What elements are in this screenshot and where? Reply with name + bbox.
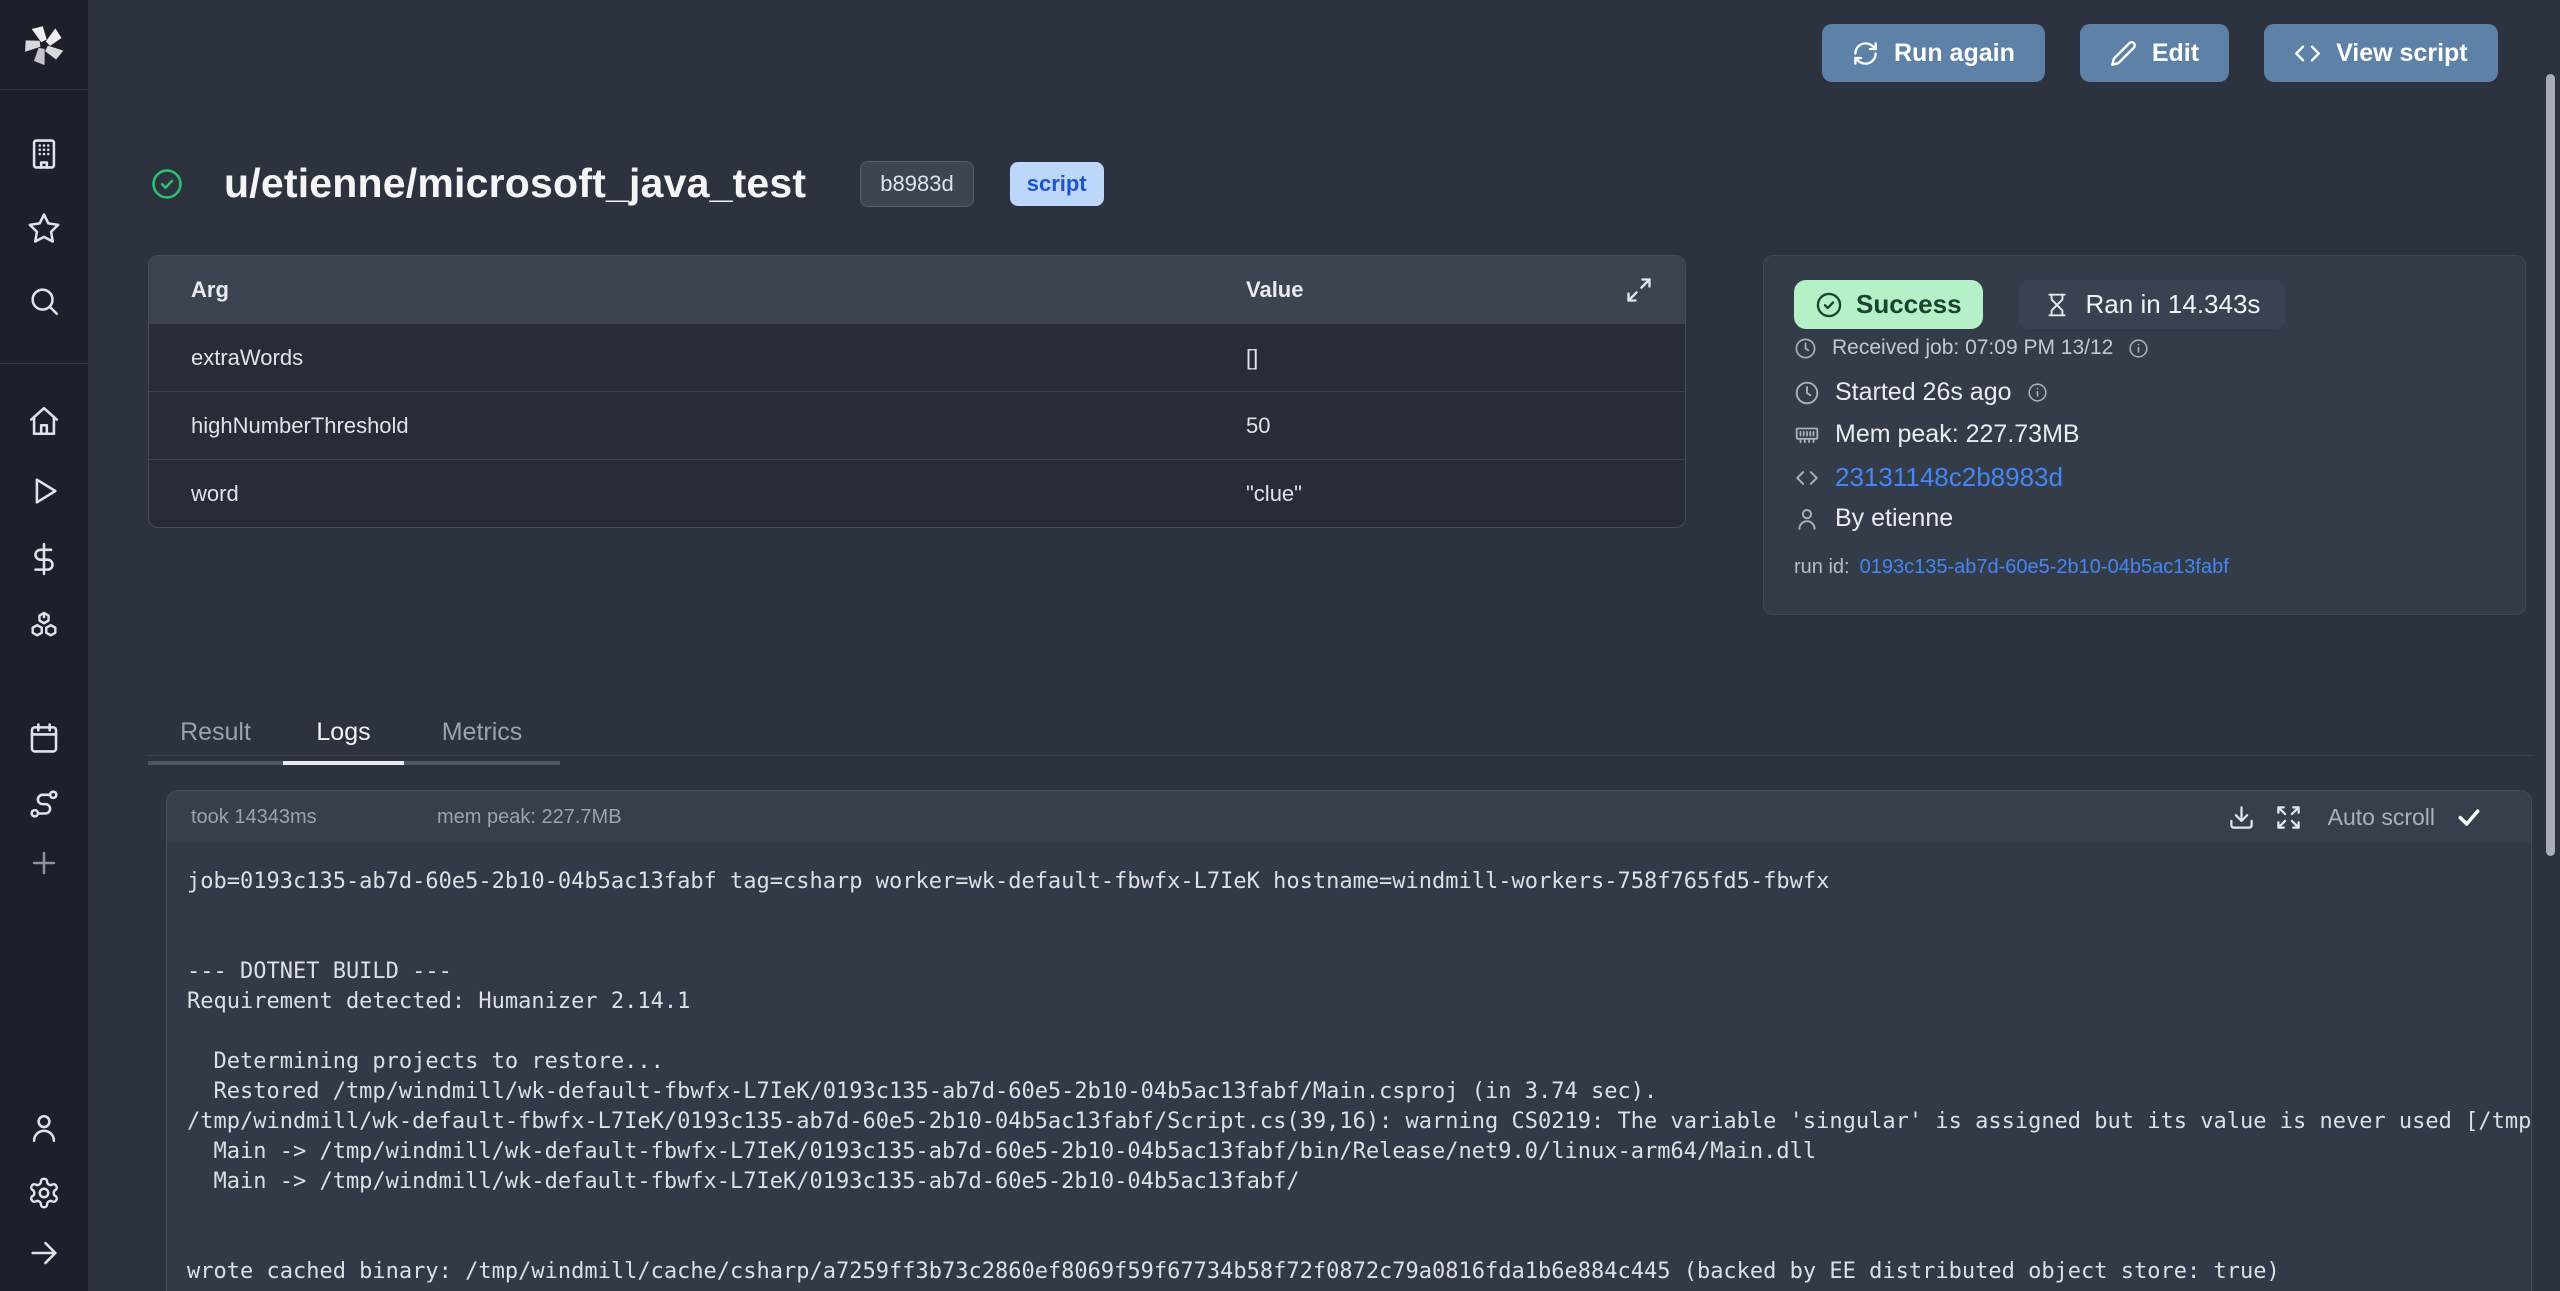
logs-panel: took 14343ms mem peak: 227.7MB Auto scro…: [166, 790, 2532, 1291]
run-id-row: run id: 0193c135-ab7d-60e5-2b10-04b5ac13…: [1794, 556, 2229, 579]
clock-icon: [1794, 380, 1820, 406]
logs-panel-header: took 14343ms mem peak: 227.7MB Auto scro…: [167, 791, 2531, 843]
table-row: word "clue": [149, 459, 1685, 527]
view-script-button[interactable]: View script: [2264, 24, 2498, 82]
run-id-link[interactable]: 0193c135-ab7d-60e5-2b10-04b5ac13fabf: [1860, 556, 2229, 579]
refresh-icon: [1852, 40, 1879, 67]
runs-play-icon[interactable]: [26, 473, 62, 509]
received-job-text: Received job: 07:09 PM 13/12: [1832, 336, 2113, 360]
create-plus-icon[interactable]: [26, 845, 62, 881]
autoscroll-label: Auto scroll: [2328, 804, 2435, 831]
args-col-header: Arg: [149, 277, 1246, 303]
table-row: highNumberThreshold 50: [149, 391, 1685, 459]
user-icon: [1794, 506, 1820, 532]
windmill-pinwheel-icon: [23, 24, 65, 66]
clock-icon: [1794, 337, 1817, 360]
tab-logs[interactable]: Logs: [283, 706, 404, 765]
args-table-header: Arg Value: [149, 256, 1685, 323]
arg-name: highNumberThreshold: [149, 413, 1246, 439]
memory-icon: [1794, 422, 1820, 448]
script-hash-link[interactable]: 23131148c2b8983d: [1835, 462, 2063, 493]
run-id-label: run id:: [1794, 556, 1850, 579]
variables-dollar-icon[interactable]: [26, 541, 62, 577]
code-icon: [1794, 465, 1820, 491]
page-scrollbar[interactable]: [2546, 74, 2555, 856]
home-icon[interactable]: [26, 403, 62, 439]
arg-name: extraWords: [149, 345, 1246, 371]
log-duration: took 14343ms: [191, 806, 437, 829]
table-row: extraWords []: [149, 323, 1685, 391]
arg-value: "clue": [1246, 481, 1685, 507]
pencil-icon: [2110, 40, 2137, 67]
script-hash-row: 23131148c2b8983d: [1794, 462, 2063, 493]
duration-chip: Ran in 14.343s: [2019, 280, 2286, 329]
edit-button[interactable]: Edit: [2080, 24, 2229, 82]
triggered-by-row: By etienne: [1794, 504, 1953, 533]
log-text: job=0193c135-ab7d-60e5-2b10-04b5ac13fabf…: [187, 867, 2531, 1287]
run-header: u/etienne/microsoft_java_test b8983d scr…: [150, 160, 1104, 207]
args-table: Arg Value extraWords [] highNumberThresh…: [148, 255, 1686, 528]
log-mem-peak: mem peak: 227.7MB: [437, 806, 622, 829]
schedules-calendar-icon[interactable]: [26, 720, 62, 756]
script-hash-badge: b8983d: [860, 161, 973, 207]
page-title: u/etienne/microsoft_java_test: [224, 160, 806, 207]
windmill-run-page: Run again Edit View script u/etienne/mic…: [0, 0, 2560, 1291]
info-icon[interactable]: [2027, 382, 2048, 403]
tab-result[interactable]: Result: [148, 706, 283, 765]
search-icon[interactable]: [26, 283, 62, 319]
status-badges-row: Success Ran in 14.343s: [1794, 280, 2285, 329]
arg-name: word: [149, 481, 1246, 507]
view-script-label: View script: [2336, 39, 2468, 68]
workspace-building-icon[interactable]: [26, 136, 62, 172]
download-icon[interactable]: [2228, 804, 2255, 831]
autoscroll-checkbox[interactable]: [2455, 803, 2483, 831]
run-again-label: Run again: [1894, 39, 2015, 68]
expand-args-button[interactable]: [1625, 276, 1653, 304]
arg-value: []: [1246, 345, 1685, 371]
status-label: Success: [1856, 289, 1962, 320]
value-col-header: Value: [1246, 277, 1685, 303]
maximize-icon: [1625, 276, 1653, 304]
triggered-by-text: By etienne: [1835, 504, 1953, 533]
mem-peak-text: Mem peak: 227.73MB: [1835, 420, 2080, 449]
started-row: Started 26s ago: [1794, 378, 2048, 407]
collapse-arrow-right-icon[interactable]: [26, 1235, 62, 1271]
info-icon[interactable]: [2128, 338, 2149, 359]
run-again-button[interactable]: Run again: [1822, 24, 2045, 82]
tab-metrics[interactable]: Metrics: [404, 706, 560, 765]
script-kind-badge: script: [1010, 162, 1104, 206]
edit-label: Edit: [2152, 39, 2199, 68]
resources-boxes-icon[interactable]: [26, 608, 62, 644]
started-text: Started 26s ago: [1835, 378, 2012, 407]
windmill-logo[interactable]: [0, 0, 88, 90]
success-check-icon: [1815, 291, 1843, 319]
log-controls: Auto scroll: [2228, 803, 2483, 831]
success-check-icon: [150, 167, 184, 201]
sidebar: [0, 0, 88, 1291]
favorites-star-icon[interactable]: [26, 210, 62, 246]
settings-gear-icon[interactable]: [26, 1175, 62, 1211]
job-status-panel: Success Ran in 14.343s Received job: 07:…: [1763, 255, 2526, 615]
expand-icon[interactable]: [2275, 804, 2302, 831]
action-toolbar: Run again Edit View script: [1822, 24, 2498, 82]
result-tabs: Result Logs Metrics: [148, 706, 560, 765]
arg-value: 50: [1246, 413, 1685, 439]
duration-label: Ran in 14.343s: [2086, 289, 2261, 320]
mem-peak-row: Mem peak: 227.73MB: [1794, 420, 2080, 449]
log-output[interactable]: job=0193c135-ab7d-60e5-2b10-04b5ac13fabf…: [167, 843, 2531, 1287]
received-job-row: Received job: 07:09 PM 13/12: [1794, 336, 2149, 360]
code-icon: [2294, 40, 2321, 67]
hourglass-icon: [2044, 292, 2070, 318]
user-icon[interactable]: [26, 1110, 62, 1146]
status-badge: Success: [1794, 280, 1983, 329]
workers-route-icon[interactable]: [26, 786, 62, 822]
sidebar-divider: [0, 363, 88, 364]
